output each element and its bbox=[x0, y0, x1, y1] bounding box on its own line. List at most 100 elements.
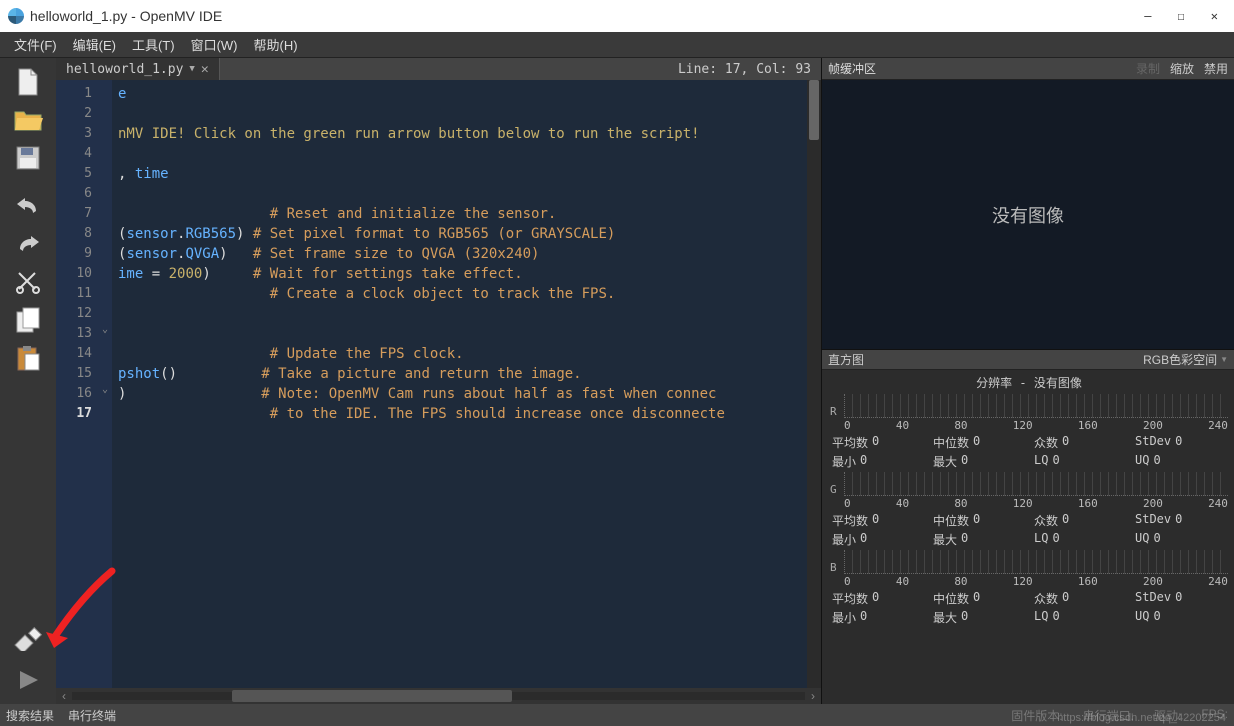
code-editor[interactable]: 1234567891011121314151617 ⌄⌄ enMV IDE! C… bbox=[56, 80, 821, 688]
save-button[interactable] bbox=[8, 140, 48, 176]
line-number: 6 bbox=[56, 184, 92, 204]
scroll-right-icon[interactable]: › bbox=[805, 689, 821, 703]
code-line[interactable] bbox=[118, 144, 801, 164]
code-line[interactable]: pshot() # Take a picture and return the … bbox=[118, 364, 801, 384]
paste-button[interactable] bbox=[8, 340, 48, 376]
scrollbar-thumb[interactable] bbox=[809, 80, 819, 140]
fold-marker[interactable]: ⌄ bbox=[98, 324, 112, 344]
menu-tools[interactable]: 工具(T) bbox=[124, 32, 183, 57]
line-number: 16 bbox=[56, 384, 92, 404]
code-line[interactable]: # to the IDE. The FPS should increase on… bbox=[118, 404, 801, 424]
fold-marker bbox=[98, 164, 112, 184]
code-line[interactable]: ime = 2000) # Wait for settings take eff… bbox=[118, 264, 801, 284]
redo-button[interactable] bbox=[8, 226, 48, 262]
histogram-axis: 04080120160200240 bbox=[830, 575, 1228, 588]
scissors-icon bbox=[15, 269, 41, 295]
code-line[interactable]: ) # Note: OpenMV Cam runs about half as … bbox=[118, 384, 801, 404]
code-line[interactable] bbox=[118, 304, 801, 324]
app-logo-icon bbox=[8, 8, 24, 24]
stat-pair: UQ0 bbox=[1135, 453, 1228, 470]
histogram-axis: 04080120160200240 bbox=[830, 497, 1228, 510]
usb-plug-icon bbox=[13, 625, 43, 651]
menu-window[interactable]: 窗口(W) bbox=[183, 32, 246, 57]
menu-help[interactable]: 帮助(H) bbox=[246, 32, 306, 57]
close-button[interactable]: ✕ bbox=[1211, 9, 1218, 23]
zoom-button[interactable]: 缩放 bbox=[1170, 60, 1194, 77]
menu-edit[interactable]: 编辑(E) bbox=[65, 32, 124, 57]
code-text[interactable]: e nMV IDE! Click on the green run arrow b… bbox=[112, 80, 807, 688]
statusbar: 搜索结果 串行终端 固件版本: 串行端口: 驱动: FPS: bbox=[0, 704, 1234, 726]
line-number: 7 bbox=[56, 204, 92, 224]
colorspace-label: RGB色彩空间 bbox=[1143, 351, 1217, 368]
tab-dropdown-icon[interactable]: ▼ bbox=[189, 64, 194, 74]
code-line[interactable] bbox=[118, 324, 801, 344]
code-line[interactable]: (sensor.QVGA) # Set frame size to QVGA (… bbox=[118, 244, 801, 264]
menu-file[interactable]: 文件(F) bbox=[6, 32, 65, 57]
fold-marker bbox=[98, 184, 112, 204]
copy-button[interactable] bbox=[8, 302, 48, 338]
fold-marker bbox=[98, 404, 112, 424]
horizontal-scrollbar[interactable]: ‹ › bbox=[56, 688, 821, 704]
redo-icon bbox=[14, 235, 42, 253]
histogram-axis: 04080120160200240 bbox=[830, 419, 1228, 432]
line-number: 3 bbox=[56, 124, 92, 144]
vertical-scrollbar[interactable] bbox=[807, 80, 821, 688]
histogram-chart bbox=[844, 472, 1228, 496]
code-line[interactable] bbox=[118, 104, 801, 124]
editor-tab[interactable]: helloworld_1.py ▼ ✕ bbox=[56, 58, 220, 80]
scrollbar-track[interactable] bbox=[72, 692, 805, 700]
fold-marker bbox=[98, 284, 112, 304]
histogram-stat-row: 平均数0中位数0众数0StDev0 bbox=[830, 512, 1228, 529]
tab-label: helloworld_1.py bbox=[66, 62, 183, 77]
colorspace-select[interactable]: RGB色彩空间 ▼ bbox=[1143, 351, 1228, 368]
line-number: 14 bbox=[56, 344, 92, 364]
stat-pair: 最小0 bbox=[832, 531, 925, 548]
line-number: 15 bbox=[56, 364, 92, 384]
code-line[interactable]: # Update the FPS clock. bbox=[118, 344, 801, 364]
scrollbar-thumb[interactable] bbox=[232, 690, 512, 702]
stat-pair: 众数0 bbox=[1034, 590, 1127, 607]
stat-pair: UQ0 bbox=[1135, 531, 1228, 548]
status-serial[interactable]: 串行终端 bbox=[68, 707, 116, 724]
connect-button[interactable] bbox=[8, 620, 48, 656]
code-line[interactable]: # Reset and initialize the sensor. bbox=[118, 204, 801, 224]
histogram-channel: B04080120160200240平均数0中位数0众数0StDev0最小0最大… bbox=[830, 550, 1228, 626]
toolbar-left bbox=[0, 58, 56, 704]
open-file-button[interactable] bbox=[8, 102, 48, 138]
code-line[interactable]: , time bbox=[118, 164, 801, 184]
fold-marker bbox=[98, 244, 112, 264]
histogram-title: 直方图 bbox=[828, 351, 864, 368]
line-number: 17 bbox=[56, 404, 92, 424]
stat-pair: 中位数0 bbox=[933, 434, 1026, 451]
stat-pair: 最小0 bbox=[832, 609, 925, 626]
fold-marker bbox=[98, 264, 112, 284]
cut-button[interactable] bbox=[8, 264, 48, 300]
fold-marker bbox=[98, 304, 112, 324]
tab-close-icon[interactable]: ✕ bbox=[201, 62, 209, 77]
code-line[interactable]: (sensor.RGB565) # Set pixel format to RG… bbox=[118, 224, 801, 244]
scroll-left-icon[interactable]: ‹ bbox=[56, 689, 72, 703]
maximize-button[interactable]: ☐ bbox=[1178, 9, 1185, 23]
run-button[interactable] bbox=[8, 662, 48, 698]
minimize-button[interactable]: — bbox=[1144, 9, 1151, 23]
record-button[interactable]: 录制 bbox=[1136, 60, 1160, 77]
channel-label: R bbox=[830, 405, 844, 418]
fold-marker[interactable]: ⌄ bbox=[98, 384, 112, 404]
copy-icon bbox=[15, 306, 41, 334]
code-line[interactable]: e bbox=[118, 84, 801, 104]
framebuffer-placeholder: 没有图像 bbox=[992, 202, 1064, 228]
undo-button[interactable] bbox=[8, 188, 48, 224]
status-search[interactable]: 搜索结果 bbox=[6, 707, 54, 724]
code-line[interactable] bbox=[118, 184, 801, 204]
new-file-button[interactable] bbox=[8, 64, 48, 100]
stat-pair: StDev0 bbox=[1135, 434, 1228, 451]
histogram-channel: R04080120160200240平均数0中位数0众数0StDev0最小0最大… bbox=[830, 394, 1228, 470]
stat-pair: 平均数0 bbox=[832, 512, 925, 529]
editor-area: helloworld_1.py ▼ ✕ Line: 17, Col: 93 12… bbox=[56, 58, 822, 704]
disable-button[interactable]: 禁用 bbox=[1204, 60, 1228, 77]
histogram-stat-row: 最小0最大0LQ0UQ0 bbox=[830, 531, 1228, 548]
code-line[interactable]: # Create a clock object to track the FPS… bbox=[118, 284, 801, 304]
code-line[interactable]: nMV IDE! Click on the green run arrow bu… bbox=[118, 124, 801, 144]
framebuffer-title: 帧缓冲区 bbox=[828, 60, 876, 77]
right-panel: 帧缓冲区 录制 缩放 禁用 没有图像 直方图 RGB色彩空间 ▼ 分辨率 - 没… bbox=[822, 58, 1234, 704]
